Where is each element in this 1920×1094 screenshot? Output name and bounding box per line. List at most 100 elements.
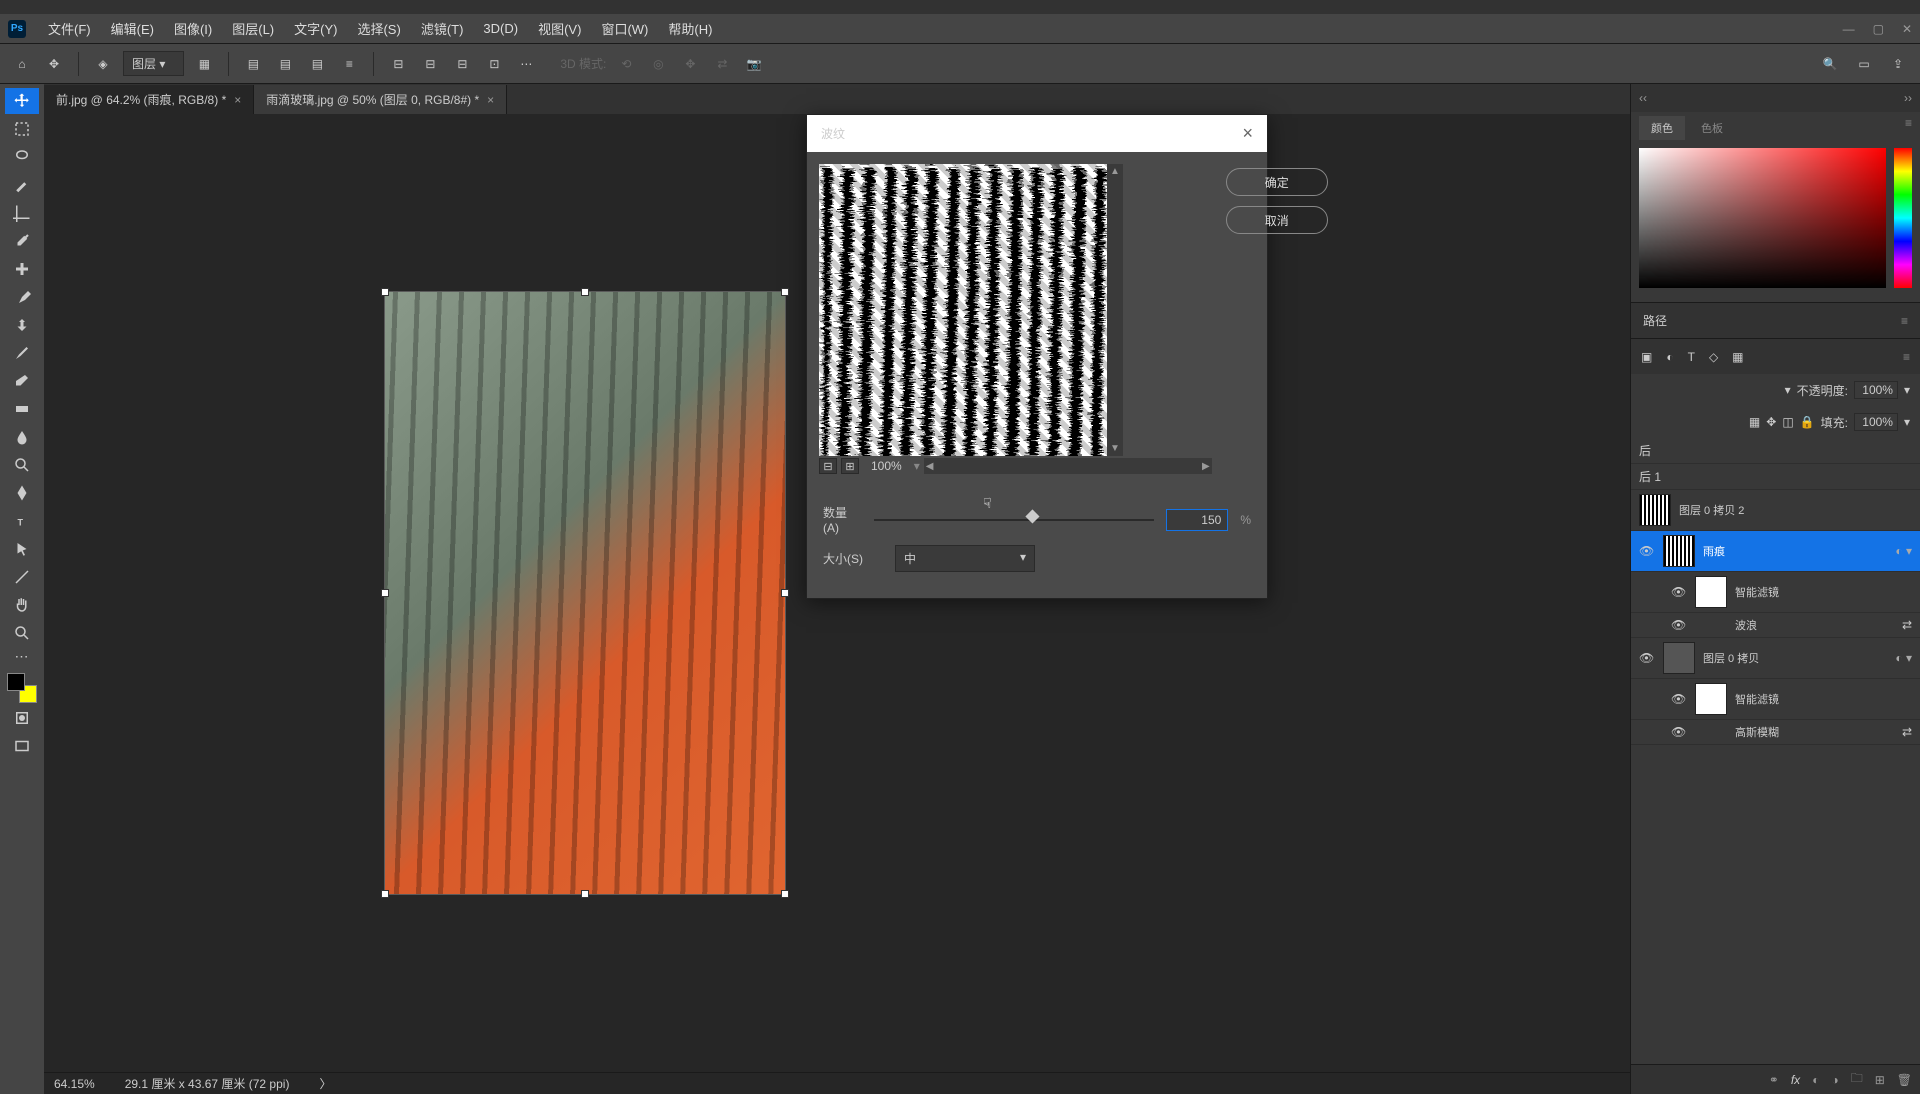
transform-controls-icon[interactable]: ▦ (192, 52, 216, 76)
tab-1[interactable]: 前.jpg @ 64.2% (雨痕, RGB/8) *× (44, 85, 254, 114)
zoom-value[interactable]: 100% (863, 459, 910, 473)
tab-2-close-icon[interactable]: × (487, 93, 494, 107)
distribute-1-icon[interactable]: ⊟ (386, 52, 410, 76)
visibility-eye-icon[interactable]: 👁 (1671, 585, 1687, 599)
expand-chevron-icon[interactable]: ›› (1904, 91, 1912, 105)
opacity-value[interactable]: 100% (1854, 381, 1898, 399)
menu-type[interactable]: 文字(Y) (284, 19, 347, 38)
tab-1-close-icon[interactable]: × (234, 93, 241, 107)
transform-handle[interactable] (581, 890, 589, 898)
panel-menu-icon[interactable]: ≡ (1905, 116, 1912, 140)
lock-move-icon[interactable]: ✥ (1766, 415, 1776, 429)
shape-adjust-icon[interactable]: ◇ (1709, 350, 1718, 364)
color-tab[interactable]: 颜色 (1639, 116, 1685, 140)
eyedropper-tool[interactable] (5, 228, 39, 254)
share-icon[interactable]: ⇪ (1886, 52, 1910, 76)
crop-tool[interactable] (5, 200, 39, 226)
layer-row[interactable]: 👁 图层 0 拷贝 ◐ ▾ (1631, 638, 1920, 679)
transform-handle[interactable] (381, 890, 389, 898)
layer-group-row[interactable]: 后 1 (1631, 464, 1920, 490)
align-left-icon[interactable]: ▤ (241, 52, 265, 76)
transform-handle[interactable] (781, 288, 789, 296)
collapse-chevron-icon[interactable]: ‹‹ (1639, 91, 1647, 105)
screen-mode-icon[interactable] (5, 733, 39, 759)
menu-filter[interactable]: 滤镜(T) (411, 19, 474, 38)
transform-handle[interactable] (381, 589, 389, 597)
zoom-tool[interactable] (5, 620, 39, 646)
distribute-3-icon[interactable]: ⊟ (450, 52, 474, 76)
type-adjust-icon[interactable]: T (1688, 350, 1695, 364)
more-icon[interactable]: ⋯ (514, 52, 538, 76)
fill-value[interactable]: 100% (1854, 413, 1898, 431)
healing-tool[interactable] (5, 256, 39, 282)
transform-handle[interactable] (381, 288, 389, 296)
filter-mask-thumbnail[interactable] (1695, 576, 1727, 608)
zoom-level[interactable]: 64.15% (54, 1077, 95, 1091)
lock-transparent-icon[interactable]: ▦ (1749, 415, 1760, 429)
maximize-icon[interactable]: ▢ (1873, 22, 1884, 36)
scroll-down-icon[interactable]: ▼ (1110, 443, 1120, 454)
quick-mask-icon[interactable] (5, 705, 39, 731)
lock-all-icon[interactable]: 🔒 (1800, 415, 1815, 429)
marquee-tool[interactable] (5, 116, 39, 142)
paths-tab[interactable]: 路径 (1643, 312, 1667, 329)
layer-thumbnail[interactable] (1663, 642, 1695, 674)
smart-filter-badge-icon[interactable]: ◐ ▾ (1895, 651, 1912, 665)
transform-handle[interactable] (781, 890, 789, 898)
color-picker-square[interactable] (1639, 148, 1886, 288)
align-right-icon[interactable]: ▤ (305, 52, 329, 76)
cancel-button[interactable]: 取消 (1226, 206, 1328, 234)
history-brush-tool[interactable] (5, 340, 39, 366)
layer-select-dropdown[interactable]: 图层 ▾ (123, 51, 184, 76)
close-icon[interactable]: ✕ (1902, 22, 1912, 36)
layer-thumbnail[interactable] (1663, 535, 1695, 567)
type-tool[interactable]: T (5, 508, 39, 534)
smart-filter-row[interactable]: 👁 智能滤镜 (1631, 572, 1920, 613)
pixel-adjust-icon[interactable]: ▦ (1732, 350, 1743, 364)
filter-settings-icon[interactable]: ⇄ (1902, 725, 1912, 739)
adjust-circle-icon[interactable]: ◐ (1666, 350, 1673, 364)
visibility-eye-icon[interactable]: 👁 (1639, 651, 1655, 665)
move-tool[interactable] (5, 88, 39, 114)
image-adjust-icon[interactable]: ▣ (1641, 350, 1652, 364)
lasso-tool[interactable] (5, 144, 39, 170)
hue-slider[interactable] (1894, 148, 1912, 288)
filter-entry-row[interactable]: 👁 波浪 ⇄ (1631, 613, 1920, 638)
eraser-tool[interactable] (5, 368, 39, 394)
smart-filter-row[interactable]: 👁 智能滤镜 (1631, 679, 1920, 720)
foreground-background-colors[interactable] (7, 673, 37, 703)
lock-artboard-icon[interactable]: ◫ (1782, 415, 1793, 429)
distribute-2-icon[interactable]: ⊟ (418, 52, 442, 76)
smart-filter-badge-icon[interactable]: ◐ ▾ (1895, 544, 1912, 558)
home-icon[interactable]: ⌂ (10, 52, 34, 76)
panel-menu-icon[interactable]: ≡ (1903, 350, 1910, 364)
transform-handle[interactable] (581, 288, 589, 296)
panel-menu-icon[interactable]: ≡ (1901, 314, 1908, 328)
amount-input[interactable] (1166, 509, 1228, 531)
dialog-close-icon[interactable]: × (1242, 123, 1253, 144)
layer-row[interactable]: 👁 雨痕 ◐ ▾ (1631, 531, 1920, 572)
canvas[interactable] (384, 291, 786, 895)
menu-3d[interactable]: 3D(D) (473, 21, 528, 36)
menu-view[interactable]: 视图(V) (528, 19, 591, 38)
visibility-eye-icon[interactable]: 👁 (1671, 618, 1687, 632)
search-icon[interactable]: 🔍 (1818, 52, 1842, 76)
scroll-up-icon[interactable]: ▲ (1110, 166, 1120, 177)
blur-tool[interactable] (5, 424, 39, 450)
menu-file[interactable]: 文件(F) (38, 19, 101, 38)
line-tool[interactable] (5, 564, 39, 590)
layer-name[interactable]: 图层 0 拷贝 2 (1679, 502, 1912, 518)
transform-handle[interactable] (781, 589, 789, 597)
filter-name[interactable]: 高斯模糊 (1695, 724, 1894, 740)
move-tool-icon[interactable]: ✥ (42, 52, 66, 76)
filter-settings-icon[interactable]: ⇄ (1902, 618, 1912, 632)
minimize-icon[interactable]: — (1843, 22, 1855, 36)
menu-layer[interactable]: 图层(L) (222, 19, 284, 38)
zoom-out-button[interactable]: ⊟ (819, 458, 837, 474)
layer-row[interactable]: 图层 0 拷贝 2 (1631, 490, 1920, 531)
hand-tool[interactable] (5, 592, 39, 618)
gradient-tool[interactable] (5, 396, 39, 422)
swatches-tab[interactable]: 色板 (1689, 116, 1735, 140)
preview-vscroll[interactable]: ▲▼ (1107, 164, 1123, 456)
status-chevron-icon[interactable]: 〉 (319, 1075, 331, 1092)
